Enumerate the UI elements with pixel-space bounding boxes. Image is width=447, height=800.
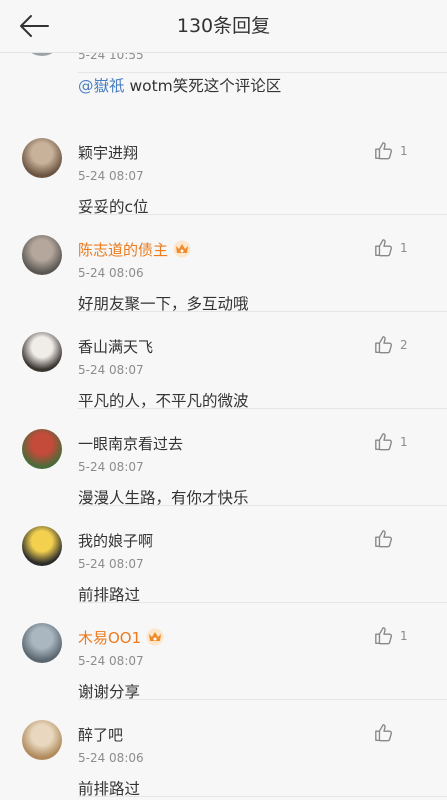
- commenter-name[interactable]: 醉了吧: [78, 724, 123, 745]
- comment-item[interactable]: 陈志道的债主 5-24 08:06 好朋友聚一下，多互动哦 1: [0, 215, 447, 313]
- like-count: 1: [400, 144, 408, 158]
- comment-list[interactable]: 指指没有挂 5-24 10:55 @嶽祇 wotm笑死这个评论区 2 颖宇进翔 …: [0, 0, 447, 800]
- comment-item[interactable]: 木易OO1 5-24 08:07 谢谢分享 1: [0, 603, 447, 701]
- comment-item[interactable]: 颖宇进翔 5-24 08:07 妥妥的c位 1: [0, 118, 447, 216]
- divider: [78, 72, 447, 73]
- avatar[interactable]: [22, 332, 62, 372]
- comment-time: 5-24 08:07: [78, 654, 144, 668]
- avatar[interactable]: [22, 429, 62, 469]
- like-button[interactable]: [374, 527, 429, 551]
- comment-time: 5-24 08:07: [78, 460, 144, 474]
- comment-time: 5-24 08:06: [78, 751, 144, 765]
- like-button[interactable]: 1: [374, 139, 429, 163]
- comment-item[interactable]: 醉了吧 5-24 08:06 前排路过: [0, 700, 447, 798]
- top-bar: 130条回复: [0, 0, 447, 53]
- avatar[interactable]: [22, 138, 62, 178]
- commenter-name[interactable]: 木易OO1: [78, 627, 165, 648]
- commenter-name[interactable]: 一眼南京看过去: [78, 433, 183, 454]
- divider: [78, 796, 447, 797]
- thumbs-up-icon: [375, 530, 393, 548]
- avatar[interactable]: [22, 623, 62, 663]
- thumbs-up-icon: [375, 239, 393, 257]
- commenter-name[interactable]: 香山满天飞: [78, 336, 153, 357]
- comment-time: 5-24 08:06: [78, 266, 144, 280]
- like-button[interactable]: [374, 721, 429, 745]
- thumbs-up-icon: [375, 142, 393, 160]
- thumbs-up-icon: [375, 433, 393, 451]
- commenter-name[interactable]: 我的娘子啊: [78, 530, 153, 551]
- comment-text: @嶽祇 wotm笑死这个评论区: [78, 77, 282, 95]
- thumbs-up-icon: [375, 336, 393, 354]
- commenter-name[interactable]: 颖宇进翔: [78, 142, 138, 163]
- avatar[interactable]: [22, 526, 62, 566]
- like-count: 1: [400, 435, 408, 449]
- comment-item[interactable]: 我的娘子啊 5-24 08:07 前排路过: [0, 506, 447, 604]
- avatar[interactable]: [22, 235, 62, 275]
- like-button[interactable]: 2: [374, 333, 429, 357]
- comment-time: 5-24 08:07: [78, 557, 144, 571]
- page-title: 130条回复: [176, 15, 271, 37]
- commenter-name[interactable]: 陈志道的债主: [78, 239, 192, 260]
- comment-item[interactable]: 一眼南京看过去 5-24 08:07 漫漫人生路，有你才快乐 1: [0, 409, 447, 507]
- comment-time: 5-24 08:07: [78, 169, 144, 183]
- like-count: 2: [400, 338, 408, 352]
- thumbs-up-icon: [375, 627, 393, 645]
- like-count: 1: [400, 629, 408, 643]
- mention-link[interactable]: @嶽祇: [78, 77, 125, 95]
- like-count: 1: [400, 241, 408, 255]
- vip-crown-icon: [146, 628, 164, 646]
- like-button[interactable]: 1: [374, 430, 429, 454]
- comment-time: 5-24 08:07: [78, 363, 144, 377]
- thumbs-up-icon: [375, 724, 393, 742]
- like-button[interactable]: 1: [374, 624, 429, 648]
- avatar[interactable]: [22, 720, 62, 760]
- vip-crown-icon: [173, 240, 191, 258]
- comment-item[interactable]: 香山满天飞 5-24 08:07 平凡的人，不平凡的微波 2: [0, 312, 447, 410]
- like-button[interactable]: 1: [374, 236, 429, 260]
